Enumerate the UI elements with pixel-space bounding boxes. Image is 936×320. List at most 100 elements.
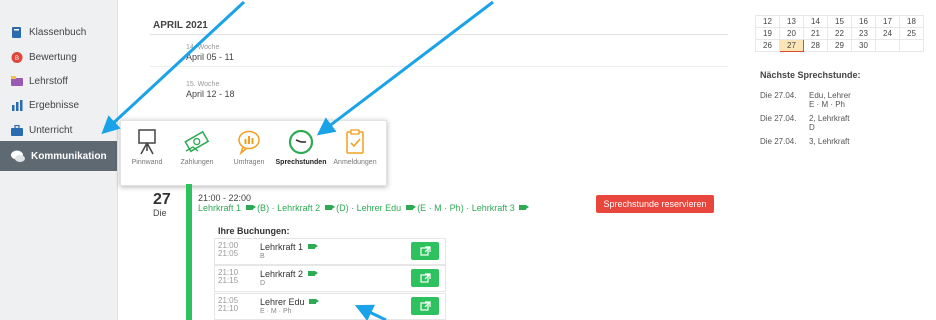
next-teacher: Edu, Lehrer E · M · Ph <box>809 91 851 109</box>
week-14[interactable]: 14. Woche April 05 - 11 <box>186 44 234 62</box>
video-icon <box>519 205 530 210</box>
video-icon <box>245 205 256 210</box>
calendar-day[interactable]: 20 <box>779 27 804 40</box>
money-icon <box>184 130 210 153</box>
badge-icon: B <box>11 51 23 63</box>
sidebar: Klassenbuch B Bewertung Lehrstoff Ergebn… <box>0 0 118 320</box>
booking-subject: E · M · Ph <box>260 308 292 315</box>
bookings-title: Ihre Buchungen: <box>218 226 290 236</box>
booking-subject: B <box>260 253 265 260</box>
next-date: Die 27.04. <box>760 91 797 100</box>
menu-item-umfragen[interactable]: Umfragen <box>223 129 275 166</box>
calendar-day[interactable]: 29 <box>827 39 852 52</box>
calendar-day[interactable]: 23 <box>851 27 876 40</box>
sidebar-item-unterricht[interactable]: Unterricht <box>0 118 117 142</box>
menu-item-label: Anmeldungen <box>333 159 377 166</box>
menu-item-zahlungen[interactable]: Zahlungen <box>171 129 223 166</box>
briefcase-icon <box>11 124 23 136</box>
external-link-icon <box>420 246 431 256</box>
teacher-link[interactable]: Lehrkraft 3 <box>471 203 530 213</box>
booking-teacher: Lehrkraft 1 <box>260 242 318 252</box>
teacher-name: Lehrkraft 2 <box>277 203 321 213</box>
next-consultation-title: Nächste Sprechstunde: <box>760 70 861 80</box>
calendar-day[interactable]: 28 <box>803 39 828 52</box>
teacher-subject: (B) <box>257 203 270 213</box>
menu-item-label: Umfragen <box>233 159 265 166</box>
menu-item-pinnwand[interactable]: Pinnwand <box>121 129 173 166</box>
teacher-link[interactable]: Lehrkraft 2 (D) <box>277 203 349 213</box>
week-label: 14. Woche <box>186 44 220 51</box>
teacher-subject: (E · M · Ph) <box>417 203 464 213</box>
event-day-number: 27 <box>153 191 171 208</box>
booking-row: 21:10 21:15 Lehrkraft 2 D <box>214 265 446 292</box>
calendar-day[interactable]: 24 <box>875 27 900 40</box>
sidebar-item-label: Klassenbuch <box>29 26 87 38</box>
calendar-day[interactable]: 12 <box>755 15 780 28</box>
calendar-day[interactable]: 18 <box>899 15 924 28</box>
menu-item-anmeldungen[interactable]: Anmeldungen <box>329 129 381 166</box>
booking-subject: D <box>260 280 266 287</box>
sidebar-item-label: Ergebnisse <box>29 99 80 111</box>
open-link-button[interactable] <box>411 297 439 315</box>
teacher-name: Lehrer Edu <box>356 203 402 213</box>
external-link-icon <box>420 273 431 283</box>
calendar-day <box>875 39 900 52</box>
sidebar-item-klassenbuch[interactable]: Klassenbuch <box>0 20 117 44</box>
poll-icon <box>238 130 260 155</box>
calendar-day[interactable]: 17 <box>875 15 900 28</box>
bar-chart-icon <box>11 99 23 111</box>
teacher-name: Lehrkraft 1 <box>198 203 242 213</box>
calendar-day[interactable]: 22 <box>827 27 852 40</box>
chat-icon <box>11 150 25 163</box>
reserve-consultation-button[interactable]: Sprechstunde reservieren <box>596 195 714 213</box>
divider <box>150 34 728 35</box>
open-link-button[interactable] <box>411 269 439 287</box>
menu-item-label: Sprechstunden <box>275 159 327 166</box>
svg-text:B: B <box>15 56 19 62</box>
calendar-day[interactable]: 19 <box>755 27 780 40</box>
clipboard-check-icon <box>346 129 364 154</box>
calendar-day-today[interactable]: 27 <box>779 39 804 52</box>
teacher-link[interactable]: Lehrkraft 1 (B) <box>198 203 269 213</box>
teacher-link[interactable]: Lehrer Edu (E · M · Ph) <box>357 203 464 213</box>
next-teacher: 2, Lehrkraft D <box>809 114 850 132</box>
teacher-subject: (D) <box>336 203 349 213</box>
calendar-day[interactable]: 21 <box>803 27 828 40</box>
booking-time: 21:05 21:10 <box>218 296 239 313</box>
booking-teacher: Lehrer Edu <box>260 297 320 307</box>
clock-icon <box>288 129 314 155</box>
week-15[interactable]: 15. Woche April 12 - 18 <box>186 81 235 99</box>
calendar-day[interactable]: 26 <box>755 39 780 52</box>
sidebar-item-label: Lehrstoff <box>29 75 68 87</box>
open-link-button[interactable] <box>411 242 439 260</box>
calendar-day[interactable]: 30 <box>851 39 876 52</box>
sidebar-item-lehrstoff[interactable]: Lehrstoff <box>0 69 117 93</box>
menu-item-sprechstunden[interactable]: Sprechstunden <box>275 129 327 166</box>
video-icon <box>405 205 416 210</box>
sidebar-item-kommunikation[interactable]: Kommunikation <box>0 141 117 171</box>
week-label: 15. Woche <box>186 81 220 88</box>
month-title: APRIL 2021 <box>153 20 208 31</box>
booking-time: 21:00 21:05 <box>218 241 239 258</box>
menu-item-label: Zahlungen <box>180 159 214 166</box>
communication-popup-menu: Pinnwand Zahlungen Umfragen Sprechstunde… <box>120 120 387 186</box>
event-teachers: Lehrkraft 1 (B) · Lehrkraft 2 (D) · Lehr… <box>198 203 530 213</box>
sidebar-item-bewertung[interactable]: B Bewertung <box>0 45 117 69</box>
sidebar-item-label: Kommunikation <box>31 150 107 162</box>
next-date: Die 27.04. <box>760 137 797 146</box>
calendar-day[interactable]: 25 <box>899 27 924 40</box>
video-icon <box>307 271 318 276</box>
easel-icon <box>138 129 156 155</box>
teacher-name: Lehrkraft 3 <box>471 203 515 213</box>
next-teacher: 3, Lehrkraft <box>809 137 850 146</box>
booking-teacher: Lehrkraft 2 <box>260 269 318 279</box>
book-icon <box>11 26 23 38</box>
folder-icon <box>11 75 23 87</box>
calendar-day <box>899 39 924 52</box>
calendar-day[interactable]: 16 <box>851 15 876 28</box>
sidebar-item-ergebnisse[interactable]: Ergebnisse <box>0 93 117 117</box>
calendar-day[interactable]: 15 <box>827 15 852 28</box>
sidebar-item-label: Bewertung <box>29 51 77 63</box>
calendar-day[interactable]: 14 <box>803 15 828 28</box>
calendar-day[interactable]: 13 <box>779 15 804 28</box>
